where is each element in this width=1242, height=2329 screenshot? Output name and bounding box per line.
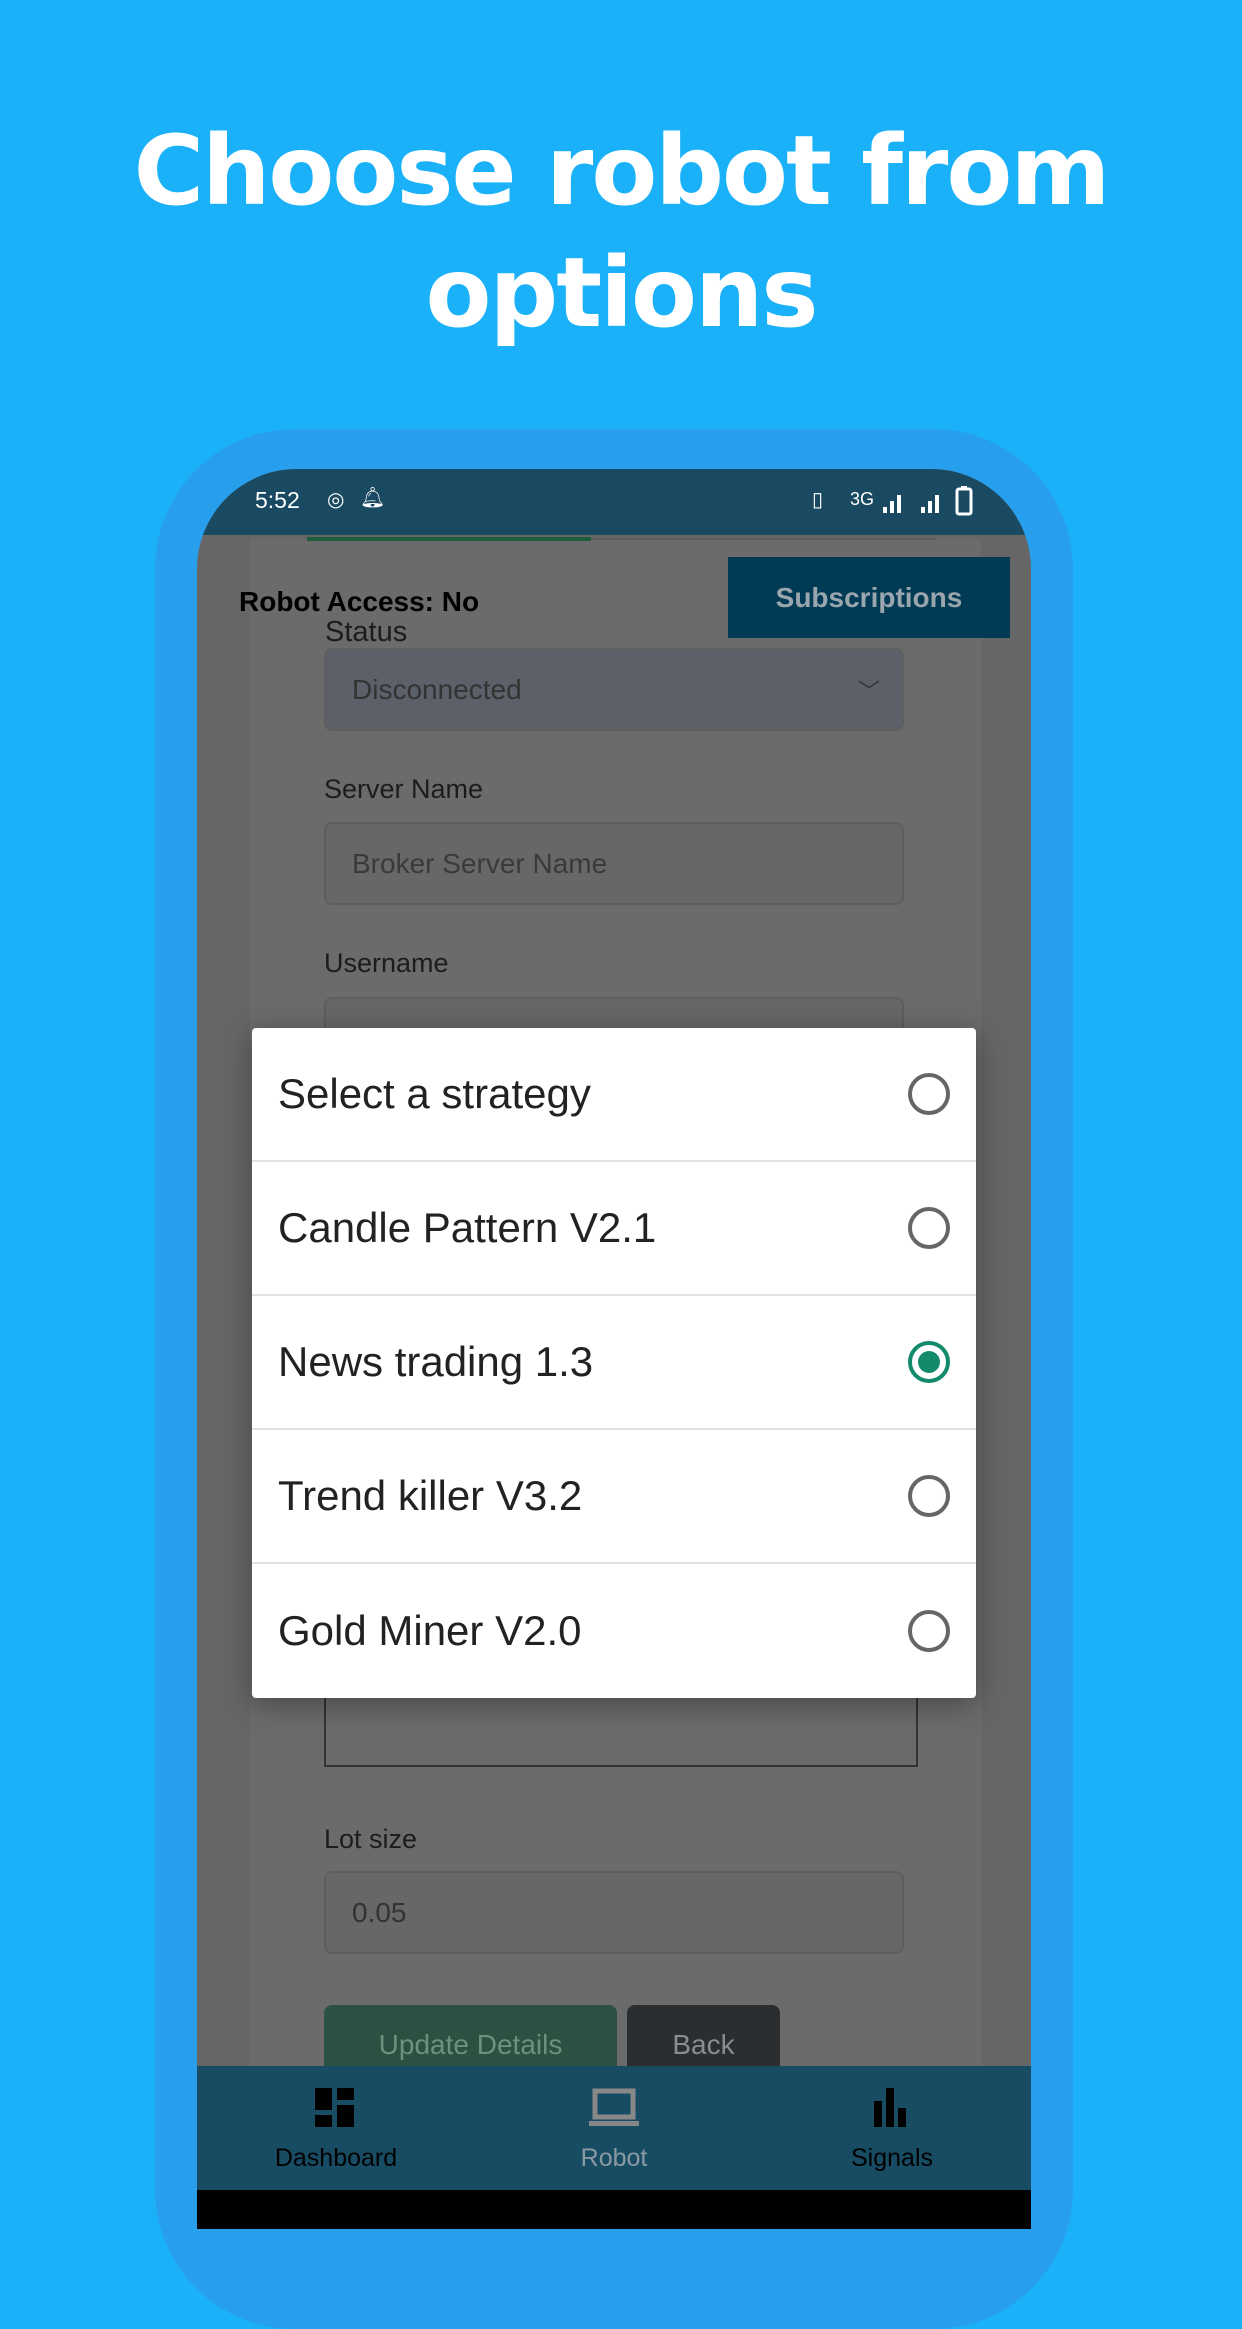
status-select-value: Disconnected <box>352 673 522 705</box>
status-label: Status <box>325 616 408 648</box>
option-label: Trend killer V3.2 <box>278 1472 583 1519</box>
signal-icon <box>883 495 939 513</box>
nav-label: Signals <box>851 2144 933 2172</box>
status-select[interactable]: Disconnected ﹀ <box>324 648 904 731</box>
headline-line-1: Choose robot from <box>133 115 1111 227</box>
radio-button[interactable] <box>908 1475 950 1517</box>
sync-icon: ◎ <box>327 489 345 511</box>
status-time: 5:52 <box>255 487 300 513</box>
network-type: 3G <box>850 489 875 509</box>
option-label: Candle Pattern V2.1 <box>278 1204 657 1251</box>
radio-button-checked[interactable] <box>908 1341 950 1383</box>
bell-icon: 🔔︎ <box>360 487 386 509</box>
strategy-option-selected[interactable]: News trading 1.3 <box>252 1296 976 1430</box>
option-label: News trading 1.3 <box>278 1338 594 1385</box>
update-details-button[interactable]: Update Details <box>324 2005 617 2075</box>
radio-button[interactable] <box>908 1610 950 1652</box>
bar-chart-icon <box>874 2088 906 2127</box>
strategy-dialog: Select a strategy Candle Pattern V2.1 Ne… <box>252 1028 976 1698</box>
strategy-option[interactable]: Candle Pattern V2.1 <box>252 1162 976 1296</box>
server-name-label: Server Name <box>324 774 484 804</box>
laptop-icon <box>589 2088 639 2126</box>
lot-size-label: Lot size <box>324 1824 418 1854</box>
nav-label: Dashboard <box>274 2144 398 2172</box>
headline: Choose robot from options <box>0 110 1242 354</box>
option-label: Select a strategy <box>278 1070 591 1117</box>
robot-access-text: Robot Access: No <box>239 586 480 617</box>
strategy-option[interactable]: Gold Miner V2.0 <box>252 1564 976 1698</box>
nav-signals[interactable]: Signals <box>753 2066 1031 2190</box>
nav-dashboard[interactable]: Dashboard <box>197 2066 475 2190</box>
back-button[interactable]: Back <box>627 2005 780 2075</box>
chevron-down-icon: ﹀ <box>857 679 880 704</box>
radio-button[interactable] <box>908 1073 950 1115</box>
strategy-option[interactable]: Trend killer V3.2 <box>252 1430 976 1564</box>
nav-robot[interactable]: Robot <box>475 2066 753 2190</box>
system-nav-bar <box>197 2190 1031 2229</box>
tab-divider <box>591 538 935 540</box>
username-label: Username <box>324 948 449 978</box>
server-name-input[interactable]: Broker Server Name <box>324 822 904 905</box>
dashboard-icon <box>315 2088 354 2127</box>
bottom-nav: Dashboard Robot Signals <box>197 2066 1031 2190</box>
lot-size-input[interactable]: 0.05 <box>324 1871 904 1954</box>
subscriptions-button[interactable]: Subscriptions <box>728 557 1010 638</box>
status-bar: 5:52 ◎ 🔔︎ ▯ 3G <box>197 469 1031 535</box>
vibrate-icon: ▯ <box>812 489 824 511</box>
battery-icon <box>955 486 973 516</box>
option-label: Gold Miner V2.0 <box>278 1607 582 1654</box>
progress-tab-indicator <box>307 537 591 541</box>
radio-button[interactable] <box>908 1207 950 1249</box>
nav-label: Robot <box>580 2144 648 2172</box>
strategy-option[interactable]: Select a strategy <box>252 1028 976 1162</box>
headline-line-2: options <box>425 237 819 349</box>
